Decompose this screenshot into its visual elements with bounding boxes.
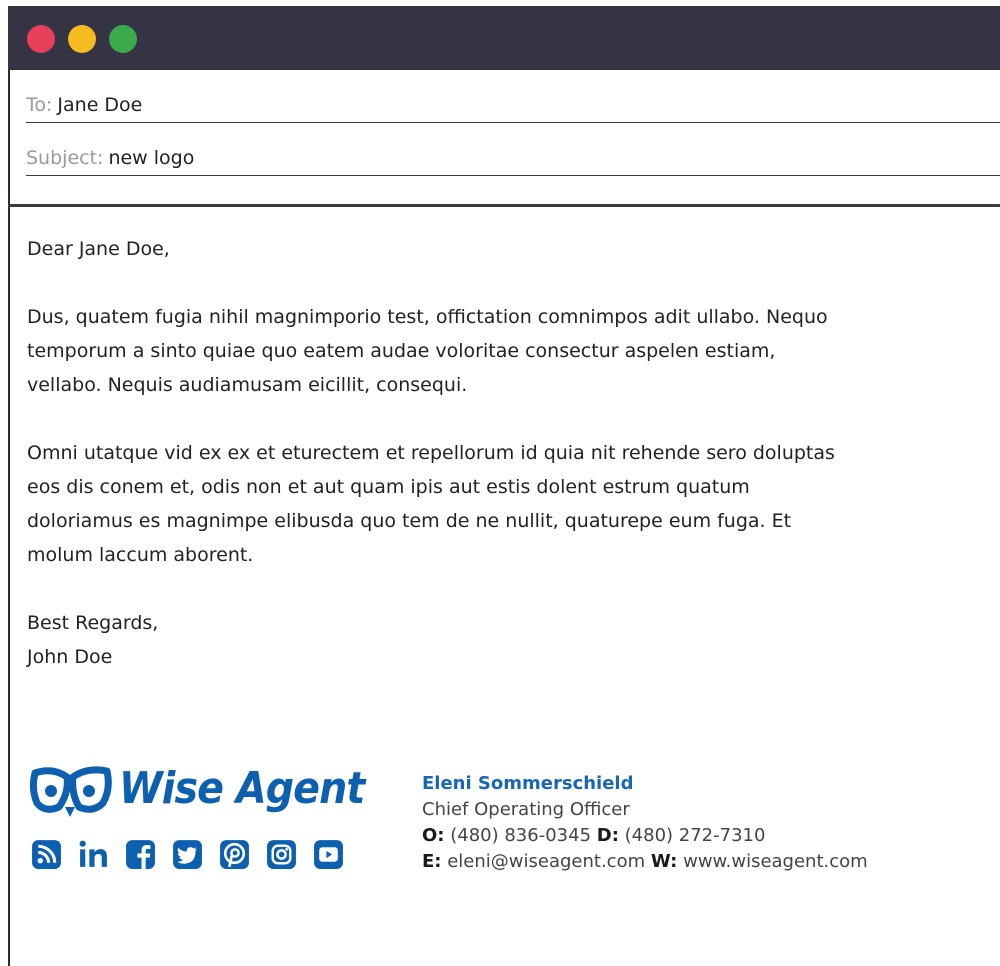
signature-block: Eleni Sommerschield Chief Operating Offi… xyxy=(422,771,868,875)
linkedin-icon[interactable] xyxy=(77,838,110,871)
body-paragraph: Omni utatque vid ex ex et eturectem et r… xyxy=(27,442,835,566)
greeting: Dear Jane Doe, xyxy=(27,238,170,260)
direct-phone[interactable]: (480) 272-7310 xyxy=(625,825,766,846)
instagram-icon[interactable] xyxy=(265,838,298,871)
to-field[interactable]: To: Jane Doe xyxy=(26,88,1000,123)
website-link[interactable]: www.wiseagent.com xyxy=(683,851,868,872)
rss-icon[interactable] xyxy=(30,838,63,871)
email-body[interactable]: Dear Jane Doe, Dus, quatem fugia nihil m… xyxy=(27,232,847,674)
social-links xyxy=(30,838,345,872)
subject-label: Subject: xyxy=(26,147,104,169)
wise-agent-logo: Wise Agent xyxy=(29,761,369,821)
signature-title: Chief Operating Officer xyxy=(422,799,630,820)
closing-line: Best Regards, xyxy=(27,612,159,634)
to-label: To: xyxy=(26,94,53,116)
office-label: O: xyxy=(422,825,445,846)
owl-logo-icon xyxy=(29,766,112,817)
youtube-icon[interactable] xyxy=(312,838,345,871)
signature-phones: O: (480) 836-0345 D: (480) 272-7310 xyxy=(422,823,868,849)
subject-value: new logo xyxy=(108,147,195,169)
minimize-window-button[interactable] xyxy=(68,25,96,53)
office-phone[interactable]: (480) 836-0345 xyxy=(450,825,591,846)
direct-label: D: xyxy=(596,825,619,846)
pinterest-icon[interactable] xyxy=(218,838,251,871)
signature-name: Eleni Sommerschield xyxy=(422,773,634,794)
email-label: E: xyxy=(422,851,442,872)
logo-wordmark: Wise Agent xyxy=(119,763,365,814)
twitter-icon[interactable] xyxy=(171,838,204,871)
sender-name: John Doe xyxy=(27,646,113,668)
maximize-window-button[interactable] xyxy=(109,25,137,53)
body-paragraph: Dus, quatem fugia nihil magnimporio test… xyxy=(27,306,828,396)
email-window: To: Jane Doe Subject: new logo Dear Jane D… xyxy=(8,6,1000,966)
close-window-button[interactable] xyxy=(27,25,55,53)
header-divider xyxy=(8,204,1000,207)
facebook-icon[interactable] xyxy=(124,838,157,871)
to-value: Jane Doe xyxy=(57,94,143,116)
signature-contacts: E: eleni@wiseagent.com W: www.wiseagent.… xyxy=(422,849,868,875)
title-bar xyxy=(8,6,1000,70)
subject-field[interactable]: Subject: new logo xyxy=(26,141,1000,176)
email-link[interactable]: eleni@wiseagent.com xyxy=(447,851,645,872)
web-label: W: xyxy=(650,851,678,872)
